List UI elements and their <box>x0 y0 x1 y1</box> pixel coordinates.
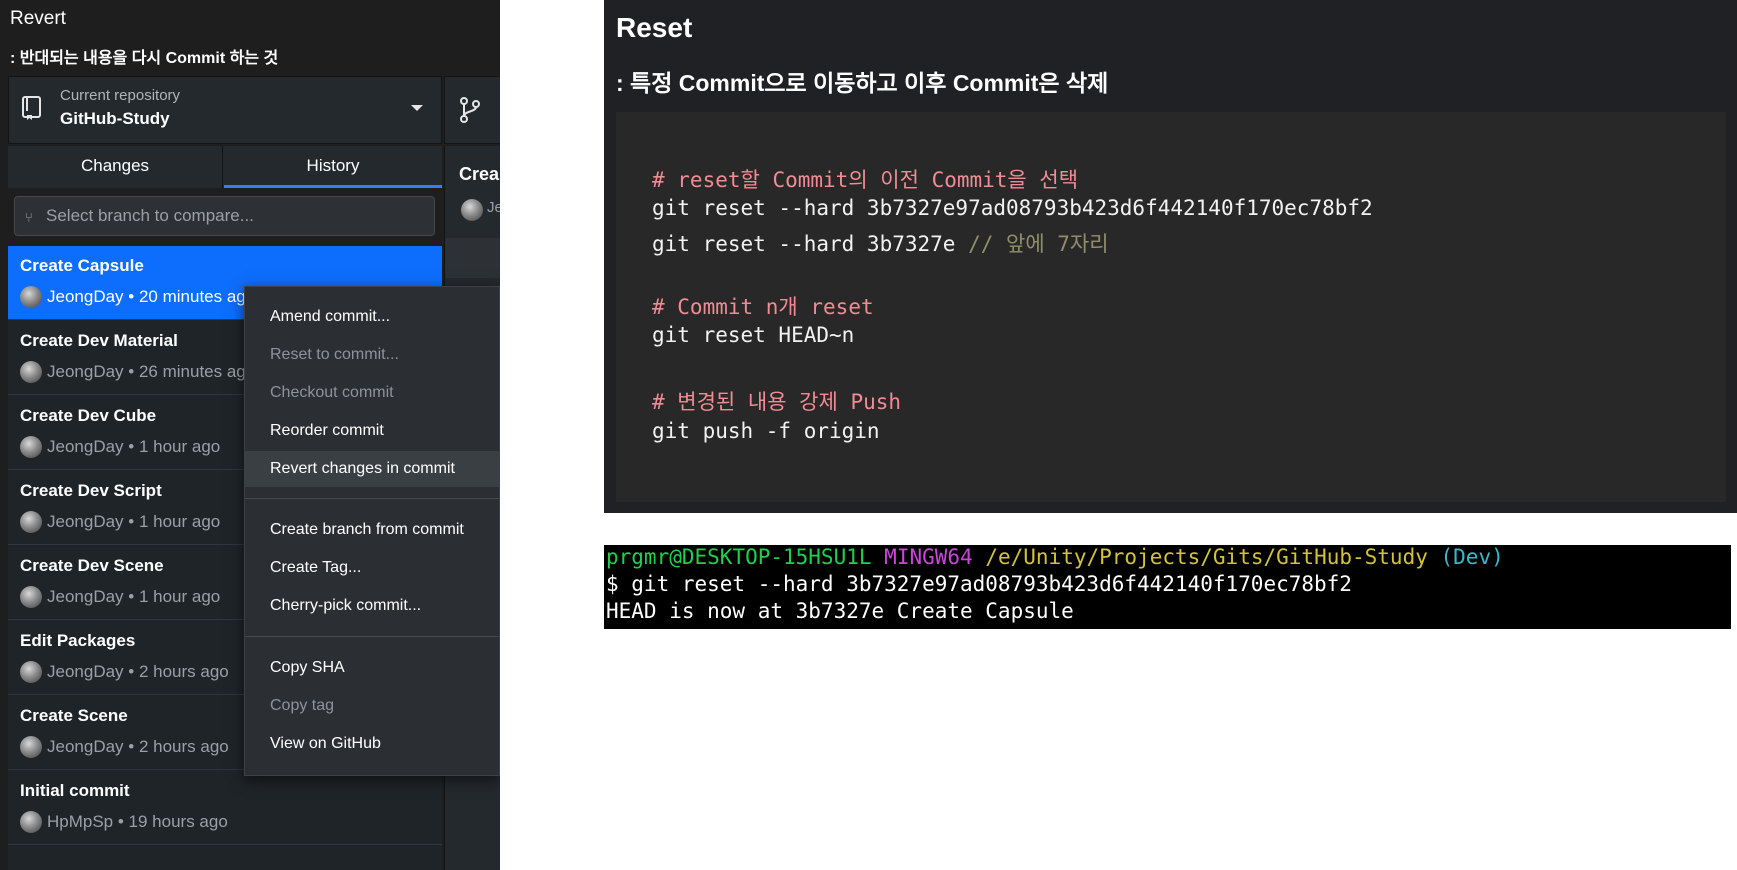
menu-item-copy-sha[interactable]: Copy SHA <box>245 650 500 686</box>
commit-time: 26 minutes ago <box>138 362 256 381</box>
branch-icon <box>459 97 481 128</box>
commit-author: JeongDay <box>47 512 124 531</box>
commit-item[interactable]: Initial commit HpMpSp • 19 hours ago <box>8 771 442 845</box>
code-line: git reset --hard 3b7327e97ad08793b423d6f… <box>652 196 1373 220</box>
section-subtitle: : 반대되는 내용을 다시 Commit 하는 것 <box>10 50 279 67</box>
code-block: # reset할 Commit의 이전 Commit을 선택 git reset… <box>616 112 1726 502</box>
section-title: Revert <box>10 8 66 29</box>
menu-item-copy-tag: Copy tag <box>270 697 335 714</box>
menu-item-revert-changes[interactable]: Revert changes in commit <box>245 451 500 487</box>
commit-title: Create Dev Scene <box>20 556 164 575</box>
code-comment: # reset할 Commit의 이전 Commit을 선택 <box>652 168 1079 192</box>
commit-author: JeongDay <box>47 737 124 756</box>
terminal-env: MINGW64 <box>884 545 973 569</box>
commit-meta: JeongDay • 2 hours ago <box>20 661 229 685</box>
avatar <box>461 199 483 221</box>
terminal-user: prgmr@DESKTOP-15HSU1L <box>606 545 872 569</box>
commit-time: 1 hour ago <box>138 437 221 456</box>
repo-name: GitHub-Study <box>60 109 170 128</box>
commit-time: 2 hours ago <box>138 737 229 756</box>
commit-meta: JeongDay • 20 minutes ago <box>20 286 255 310</box>
commit-title: Create Capsule <box>20 256 144 275</box>
commit-time: 1 hour ago <box>138 512 221 531</box>
avatar <box>20 286 42 308</box>
code-line: git reset HEAD~n <box>652 323 855 347</box>
terminal-output: HEAD is now at 3b7327e Create Capsule <box>606 599 1074 623</box>
avatar <box>20 361 42 383</box>
branch-compare-input[interactable]: ⑂ Select branch to compare... <box>14 196 435 236</box>
reset-title: Reset <box>616 12 693 43</box>
commit-meta: JeongDay • 2 hours ago <box>20 736 229 760</box>
commit-title: Edit Packages <box>20 631 136 650</box>
commit-title: Create Scene <box>20 706 128 725</box>
current-repository-selector[interactable]: Current repository GitHub-Study <box>8 76 442 144</box>
commit-author: JeongDay <box>47 287 124 306</box>
commit-title: Initial commit <box>20 781 130 800</box>
avatar <box>20 811 42 833</box>
repo-label: Current repository <box>60 87 181 104</box>
avatar <box>20 661 42 683</box>
github-desktop-panel: Revert : 반대되는 내용을 다시 Commit 하는 것 Current… <box>0 0 500 870</box>
branch-compare-placeholder: Select branch to compare... <box>46 206 254 225</box>
commit-context-menu: Amend commit... Reset to commit... Check… <box>244 286 500 776</box>
menu-item-checkout-commit: Checkout commit <box>270 384 394 401</box>
code-comment: # Commit n개 reset <box>652 295 874 319</box>
commit-meta: JeongDay • 1 hour ago <box>20 436 220 460</box>
menu-item-amend-commit[interactable]: Amend commit... <box>245 299 500 335</box>
commit-author: HpMpSp <box>47 812 114 831</box>
tab-history[interactable]: History <box>224 146 442 188</box>
commit-meta: HpMpSp • 19 hours ago <box>20 811 228 835</box>
commit-time: 2 hours ago <box>138 662 229 681</box>
menu-item-create-tag[interactable]: Create Tag... <box>245 550 500 586</box>
commit-detail-author: Je <box>487 199 500 216</box>
commit-time: 20 minutes ago <box>138 287 256 306</box>
avatar <box>20 736 42 758</box>
commit-author: JeongDay <box>47 437 124 456</box>
menu-separator <box>245 636 500 637</box>
branch-icon: ⑂ <box>25 210 33 225</box>
commit-detail-bar <box>445 238 500 278</box>
menu-item-create-branch[interactable]: Create branch from commit <box>245 512 500 548</box>
commit-author: JeongDay <box>47 662 124 681</box>
commit-meta: JeongDay • 1 hour ago <box>20 586 220 610</box>
menu-item-cherry-pick[interactable]: Cherry-pick commit... <box>245 588 500 624</box>
terminal-command: $ git reset --hard 3b7327e97ad08793b423d… <box>606 572 1352 596</box>
menu-item-view-on-github[interactable]: View on GitHub <box>245 726 500 762</box>
current-branch-selector[interactable] <box>444 76 500 144</box>
avatar <box>20 436 42 458</box>
tab-changes[interactable]: Changes <box>8 146 223 188</box>
commit-author: JeongDay <box>47 587 124 606</box>
commit-title: Create Dev Material <box>20 331 178 350</box>
commit-author: JeongDay <box>47 362 124 381</box>
commit-time: 19 hours ago <box>128 812 228 831</box>
repo-icon <box>21 95 43 126</box>
code-inline-comment: // 앞에 7자리 <box>968 232 1109 256</box>
reset-subtitle: : 특정 Commit으로 이동하고 이후 Commit은 삭제 <box>616 70 1109 96</box>
menu-item-reorder-commit[interactable]: Reorder commit <box>245 413 500 449</box>
code-line: git push -f origin <box>652 419 880 443</box>
reset-notes-panel: Reset : 특정 Commit으로 이동하고 이후 Commit은 삭제 #… <box>604 0 1737 513</box>
commit-meta: JeongDay • 26 minutes ago <box>20 361 255 385</box>
commit-time: 1 hour ago <box>138 587 221 606</box>
code-line: git reset --hard 3b7327e // 앞에 7자리 <box>652 232 1109 256</box>
terminal-prompt: prgmr@DESKTOP-15HSU1L MINGW64 /e/Unity/P… <box>606 545 1504 569</box>
menu-separator <box>245 498 500 499</box>
terminal-window: prgmr@DESKTOP-15HSU1L MINGW64 /e/Unity/P… <box>604 545 1731 629</box>
tab-bar: Changes History <box>8 146 442 188</box>
chevron-down-icon <box>411 105 423 111</box>
commit-title: Create Dev Script <box>20 481 162 500</box>
commit-meta: JeongDay • 1 hour ago <box>20 511 220 535</box>
commit-title: Create Dev Cube <box>20 406 157 425</box>
avatar <box>20 511 42 533</box>
commit-detail-title: Crea <box>459 164 500 184</box>
terminal-branch: (Dev) <box>1440 545 1504 569</box>
terminal-path: /e/Unity/Projects/Gits/GitHub-Study <box>985 545 1428 569</box>
menu-item-reset-to-commit: Reset to commit... <box>270 346 399 363</box>
code-comment: # 변경된 내용 강제 Push <box>652 390 902 414</box>
avatar <box>20 586 42 608</box>
